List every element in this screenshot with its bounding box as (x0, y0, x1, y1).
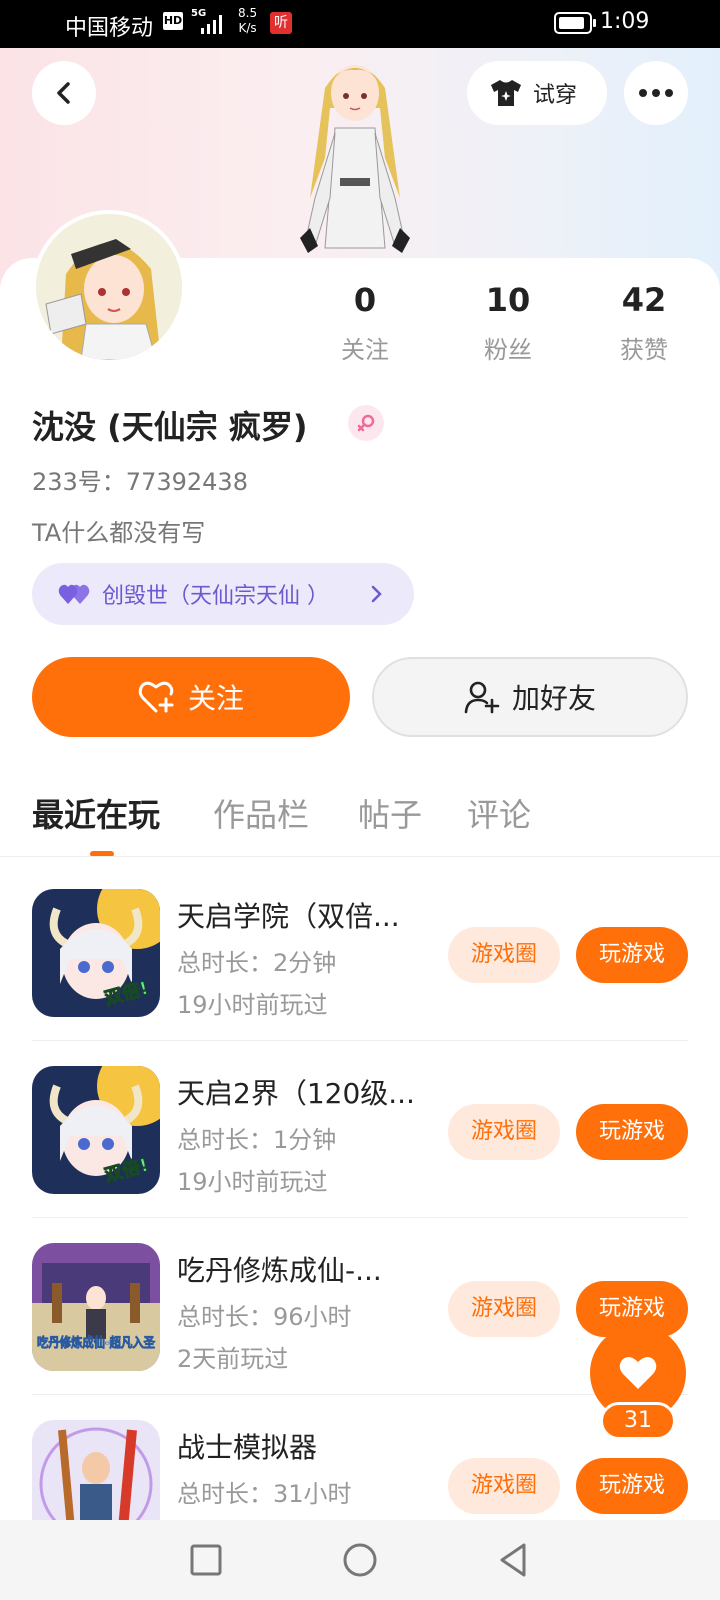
game-circle-button[interactable]: 游戏圈 (448, 1458, 560, 1514)
listen-app-icon: 听 (270, 12, 292, 34)
add-friend-button[interactable]: 加好友 (372, 657, 688, 737)
stat-following-count: 0 (353, 281, 377, 319)
like-count: 31 (600, 1402, 676, 1440)
battery-fill (559, 17, 585, 29)
game-item[interactable]: 吃丹修炼成仙-超凡入圣 吃丹修炼成仙-... 总时长：96小时 2天前玩过 游戏… (32, 1243, 688, 1373)
avatar-3d-figure (300, 65, 410, 253)
tab-works[interactable]: 作品栏 (213, 790, 309, 836)
game-duration: 总时长：31小时 (177, 1480, 352, 1508)
female-icon (348, 405, 384, 441)
game-circle-button[interactable]: 游戏圈 (448, 1104, 560, 1160)
game-icon: 吃丹修炼成仙-超凡入圣 (32, 1243, 160, 1371)
more-dots-icon (639, 89, 673, 97)
stat-likes-count: 42 (621, 281, 667, 319)
play-game-button[interactable]: 玩游戏 (576, 1104, 688, 1160)
list-divider (32, 1040, 688, 1041)
home-icon[interactable] (340, 1540, 380, 1580)
guild-badge[interactable]: 创毁世（天仙宗天仙 ） (32, 563, 414, 625)
speed-value: 8.5 (238, 6, 258, 20)
chevron-left-icon (57, 82, 70, 104)
clock: 1:09 (600, 9, 650, 34)
game-item[interactable]: 双倍! 天启学院（双倍... 总时长：2分钟 19小时前玩过 游戏圈 玩游戏 (32, 889, 688, 1019)
game-last-played: 2天前玩过 (177, 1345, 289, 1373)
heart-plus-icon (138, 681, 174, 713)
play-game-button[interactable]: 玩游戏 (576, 927, 688, 983)
add-user-icon (464, 681, 500, 714)
carrier-name: 中国移动 (65, 16, 154, 41)
signal-icon (201, 15, 222, 34)
game-circle-button[interactable]: 游戏圈 (448, 1281, 560, 1337)
tab-posts[interactable]: 帖子 (358, 790, 422, 836)
follow-button[interactable]: 关注 (32, 657, 350, 737)
stat-following-label: 关注 (341, 336, 389, 364)
heart-icon (619, 1356, 657, 1389)
game-item[interactable]: 双倍! 天启2界（120级... 总时长：1分钟 19小时前玩过 游戏圈 玩游戏 (32, 1066, 688, 1196)
back-icon[interactable] (494, 1540, 534, 1580)
stat-following[interactable]: 0 关注 (310, 280, 420, 365)
tshirt-icon (491, 80, 521, 106)
nickname: 沈没 (天仙宗 疯罗) (32, 408, 308, 446)
try-on-button[interactable]: 试穿 (467, 61, 607, 125)
stat-fans-label: 粉丝 (484, 336, 532, 364)
game-name: 天启学院（双倍... (177, 900, 400, 933)
stat-fans-count: 10 (485, 281, 531, 319)
stat-likes-label: 获赞 (620, 336, 668, 364)
speed-unit: K/s (238, 21, 257, 35)
network-speed: 8.5 K/s (238, 6, 257, 36)
stat-fans[interactable]: 10 粉丝 (453, 280, 563, 365)
system-nav-bar (0, 1520, 720, 1600)
recent-apps-icon[interactable] (186, 1540, 226, 1580)
tab-comments[interactable]: 评论 (467, 790, 531, 836)
game-name: 吃丹修炼成仙-... (177, 1254, 382, 1287)
play-game-button[interactable]: 玩游戏 (576, 1458, 688, 1514)
game-duration: 总时长：2分钟 (177, 949, 337, 977)
game-duration: 总时长：96小时 (177, 1303, 352, 1331)
game-icon: 双倍! (32, 889, 160, 1017)
list-divider (32, 1217, 688, 1218)
double-heart-icon (58, 584, 90, 604)
stat-likes[interactable]: 42 获赞 (589, 280, 699, 365)
try-on-label: 试穿 (533, 83, 578, 108)
status-bar: 中国移动 HD 5G 8.5 K/s 听 1:09 (0, 0, 720, 48)
chevron-right-icon (371, 585, 382, 603)
game-icon-text: 吃丹修炼成仙-超凡入圣 (37, 1335, 156, 1351)
game-last-played: 19小时前玩过 (177, 1168, 328, 1196)
avatar-image (36, 214, 182, 360)
list-divider (32, 1394, 688, 1395)
follow-label: 关注 (187, 682, 244, 715)
back-button[interactable] (32, 61, 96, 125)
bio: TA什么都没有写 (32, 519, 206, 547)
tab-recent-games[interactable]: 最近在玩 (32, 790, 160, 836)
game-duration: 总时长：1分钟 (177, 1126, 337, 1154)
avatar[interactable] (32, 210, 186, 364)
tab-divider (0, 856, 720, 857)
game-icon: 双倍! (32, 1066, 160, 1194)
game-name: 战士模拟器 (177, 1431, 318, 1464)
game-circle-button[interactable]: 游戏圈 (448, 927, 560, 983)
guild-name: 创毁世（天仙宗天仙 ） (102, 584, 329, 609)
user-id: 233号：77392438 (32, 468, 248, 496)
battery-icon (554, 12, 596, 34)
game-last-played: 19小时前玩过 (177, 991, 328, 1019)
hd-icon: HD (163, 12, 183, 30)
game-name: 天启2界（120级... (177, 1077, 415, 1110)
add-friend-label: 加好友 (511, 682, 596, 715)
more-button[interactable] (624, 61, 688, 125)
